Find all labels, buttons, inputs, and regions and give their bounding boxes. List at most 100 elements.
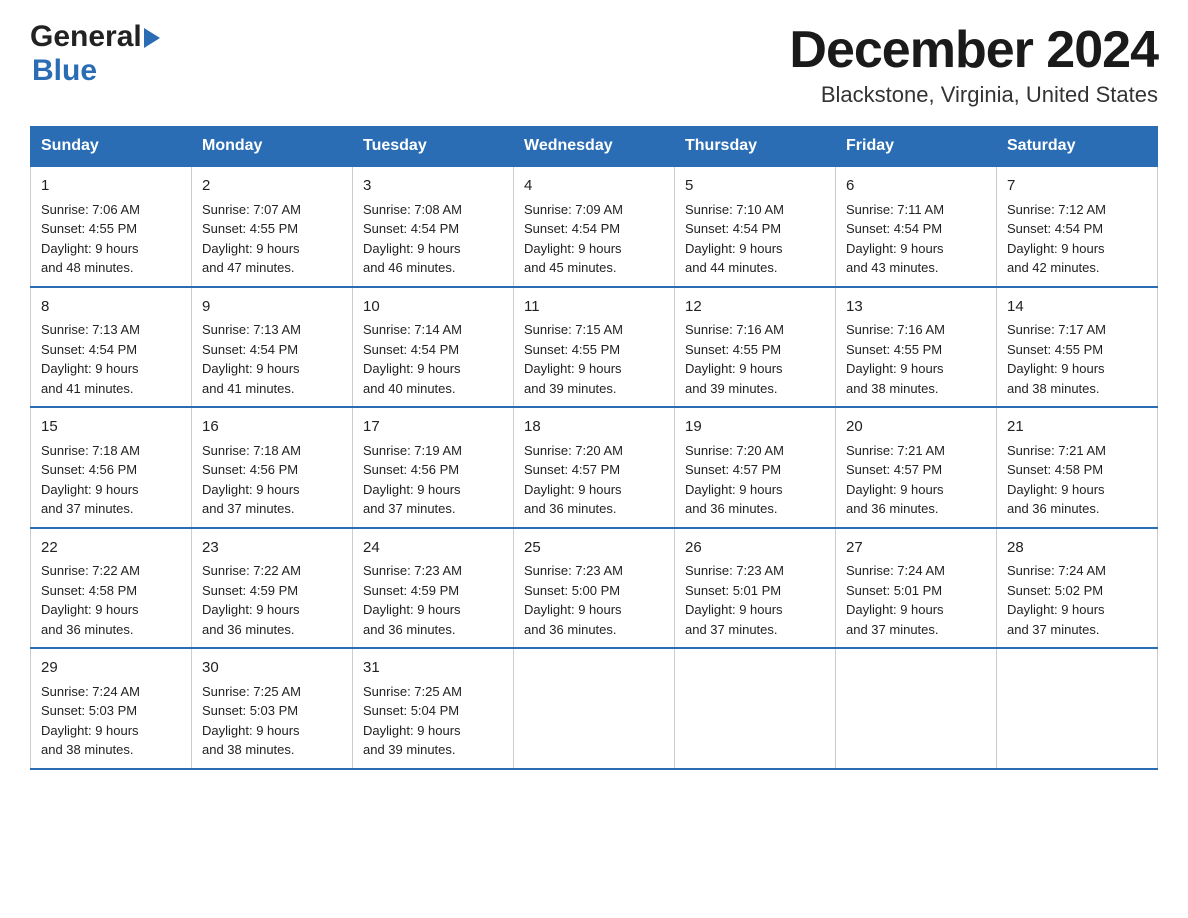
daylight-value: and 36 minutes. [524,501,617,516]
day-number: 29 [41,657,181,680]
week-row-4: 22 Sunrise: 7:22 AM Sunset: 4:58 PM Dayl… [31,528,1158,649]
sunrise-label: Sunrise: 7:20 AM [524,443,623,458]
day-number: 13 [846,296,986,319]
sunset-label: Sunset: 4:58 PM [41,583,137,598]
sunset-label: Sunset: 4:54 PM [363,221,459,236]
day-cell: 27 Sunrise: 7:24 AM Sunset: 5:01 PM Dayl… [836,528,997,649]
sunrise-label: Sunrise: 7:17 AM [1007,322,1106,337]
daylight-value: and 44 minutes. [685,260,778,275]
daylight-value: and 46 minutes. [363,260,456,275]
sunset-label: Sunset: 5:01 PM [685,583,781,598]
day-number: 6 [846,175,986,198]
sunrise-label: Sunrise: 7:21 AM [1007,443,1106,458]
title-section: December 2024 Blackstone, Virginia, Unit… [789,20,1158,108]
sunset-label: Sunset: 4:57 PM [685,462,781,477]
page-header: General Blue December 2024 Blackstone, V… [30,20,1158,108]
page-title: December 2024 [789,20,1158,80]
daylight-label: Daylight: 9 hours [363,602,461,617]
day-cell: 20 Sunrise: 7:21 AM Sunset: 4:57 PM Dayl… [836,407,997,528]
sunrise-label: Sunrise: 7:13 AM [41,322,140,337]
daylight-value: and 39 minutes. [363,742,456,757]
sunset-label: Sunset: 4:56 PM [363,462,459,477]
day-number: 15 [41,416,181,439]
daylight-label: Daylight: 9 hours [41,241,139,256]
day-number: 31 [363,657,503,680]
daylight-label: Daylight: 9 hours [41,482,139,497]
day-cell: 2 Sunrise: 7:07 AM Sunset: 4:55 PM Dayli… [192,166,353,287]
daylight-label: Daylight: 9 hours [685,361,783,376]
daylight-value: and 37 minutes. [41,501,134,516]
sunset-label: Sunset: 4:59 PM [202,583,298,598]
daylight-value: and 37 minutes. [846,622,939,637]
sunset-label: Sunset: 4:54 PM [202,342,298,357]
daylight-value: and 41 minutes. [41,381,134,396]
day-number: 2 [202,175,342,198]
daylight-label: Daylight: 9 hours [685,482,783,497]
sunrise-label: Sunrise: 7:24 AM [41,684,140,699]
daylight-label: Daylight: 9 hours [846,482,944,497]
sunrise-label: Sunrise: 7:18 AM [41,443,140,458]
sunrise-label: Sunrise: 7:14 AM [363,322,462,337]
day-number: 26 [685,537,825,560]
sunset-label: Sunset: 4:55 PM [41,221,137,236]
day-cell: 16 Sunrise: 7:18 AM Sunset: 4:56 PM Dayl… [192,407,353,528]
day-cell: 6 Sunrise: 7:11 AM Sunset: 4:54 PM Dayli… [836,166,997,287]
daylight-value: and 38 minutes. [202,742,295,757]
day-number: 7 [1007,175,1147,198]
sunrise-label: Sunrise: 7:16 AM [846,322,945,337]
sunset-label: Sunset: 4:54 PM [685,221,781,236]
daylight-value: and 38 minutes. [846,381,939,396]
daylight-value: and 42 minutes. [1007,260,1100,275]
day-cell: 7 Sunrise: 7:12 AM Sunset: 4:54 PM Dayli… [997,166,1158,287]
day-cell: 24 Sunrise: 7:23 AM Sunset: 4:59 PM Dayl… [353,528,514,649]
daylight-label: Daylight: 9 hours [1007,482,1105,497]
day-number: 8 [41,296,181,319]
day-number: 30 [202,657,342,680]
sunrise-label: Sunrise: 7:15 AM [524,322,623,337]
daylight-label: Daylight: 9 hours [363,723,461,738]
day-cell: 26 Sunrise: 7:23 AM Sunset: 5:01 PM Dayl… [675,528,836,649]
sunset-label: Sunset: 4:54 PM [1007,221,1103,236]
week-row-2: 8 Sunrise: 7:13 AM Sunset: 4:54 PM Dayli… [31,287,1158,408]
sunset-label: Sunset: 4:56 PM [202,462,298,477]
col-wednesday: Wednesday [514,127,675,167]
day-number: 4 [524,175,664,198]
col-sunday: Sunday [31,127,192,167]
day-cell: 9 Sunrise: 7:13 AM Sunset: 4:54 PM Dayli… [192,287,353,408]
daylight-value: and 38 minutes. [1007,381,1100,396]
daylight-label: Daylight: 9 hours [363,241,461,256]
calendar-body: 1 Sunrise: 7:06 AM Sunset: 4:55 PM Dayli… [31,166,1158,769]
day-cell [675,648,836,769]
day-number: 5 [685,175,825,198]
sunset-label: Sunset: 4:55 PM [1007,342,1103,357]
day-number: 17 [363,416,503,439]
day-number: 20 [846,416,986,439]
sunset-label: Sunset: 4:58 PM [1007,462,1103,477]
sunrise-label: Sunrise: 7:25 AM [202,684,301,699]
daylight-value: and 45 minutes. [524,260,617,275]
sunrise-label: Sunrise: 7:12 AM [1007,202,1106,217]
day-cell: 14 Sunrise: 7:17 AM Sunset: 4:55 PM Dayl… [997,287,1158,408]
day-cell: 25 Sunrise: 7:23 AM Sunset: 5:00 PM Dayl… [514,528,675,649]
sunrise-label: Sunrise: 7:06 AM [41,202,140,217]
header-row: Sunday Monday Tuesday Wednesday Thursday… [31,127,1158,167]
daylight-label: Daylight: 9 hours [1007,241,1105,256]
daylight-value: and 36 minutes. [685,501,778,516]
day-number: 18 [524,416,664,439]
sunset-label: Sunset: 4:55 PM [202,221,298,236]
day-cell [514,648,675,769]
sunrise-label: Sunrise: 7:09 AM [524,202,623,217]
sunrise-label: Sunrise: 7:18 AM [202,443,301,458]
sunrise-label: Sunrise: 7:24 AM [1007,563,1106,578]
day-cell: 10 Sunrise: 7:14 AM Sunset: 4:54 PM Dayl… [353,287,514,408]
day-cell: 1 Sunrise: 7:06 AM Sunset: 4:55 PM Dayli… [31,166,192,287]
sunrise-label: Sunrise: 7:23 AM [685,563,784,578]
sunset-label: Sunset: 4:54 PM [524,221,620,236]
sunrise-label: Sunrise: 7:23 AM [363,563,462,578]
daylight-value: and 40 minutes. [363,381,456,396]
day-cell: 19 Sunrise: 7:20 AM Sunset: 4:57 PM Dayl… [675,407,836,528]
daylight-label: Daylight: 9 hours [202,723,300,738]
day-cell: 11 Sunrise: 7:15 AM Sunset: 4:55 PM Dayl… [514,287,675,408]
day-cell: 17 Sunrise: 7:19 AM Sunset: 4:56 PM Dayl… [353,407,514,528]
week-row-1: 1 Sunrise: 7:06 AM Sunset: 4:55 PM Dayli… [31,166,1158,287]
